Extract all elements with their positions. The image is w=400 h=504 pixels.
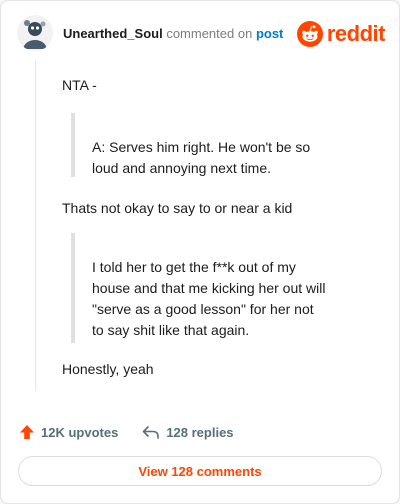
post-link[interactable]: post: [256, 26, 283, 41]
comment-paragraph: NTA -: [62, 77, 97, 93]
quote-text: I told her to get the f**k out of my hou…: [92, 259, 326, 338]
reddit-alien-icon: [296, 21, 323, 47]
upvote-count: 12K upvotes: [41, 424, 119, 440]
comment-card: Unearthed_Soul commented on post reddit …: [0, 0, 400, 504]
blockquote: A: Serves him right. He won't be so loud…: [71, 113, 327, 177]
reddit-logo[interactable]: reddit: [296, 19, 386, 49]
username[interactable]: Unearthed_Soul: [63, 26, 163, 41]
reddit-wordmark: reddit: [326, 21, 386, 46]
avatar-icon: [17, 15, 53, 51]
replies-button[interactable]: 128 replies: [142, 424, 234, 440]
upvote-arrow-icon: [20, 425, 34, 439]
byline: Unearthed_Soul commented on post: [63, 26, 283, 41]
comment-actions: 12K upvotes 128 replies: [19, 421, 258, 443]
view-comments-button[interactable]: View 128 comments: [18, 456, 382, 486]
comment-paragraph: Honestly, yeah: [62, 361, 154, 377]
replies-count: 128 replies: [166, 424, 234, 440]
avatar[interactable]: [17, 15, 53, 51]
blockquote: I told her to get the f**k out of my hou…: [71, 233, 327, 343]
quote-text: A: Serves him right. He won't be so loud…: [92, 139, 311, 176]
thread-line[interactable]: [35, 61, 36, 391]
reply-arrow-icon: [143, 426, 160, 439]
comment-paragraph: Thats not okay to say to or near a kid: [62, 200, 293, 216]
upvote-button[interactable]: 12K upvotes: [19, 424, 118, 440]
comment-header: Unearthed_Soul commented on post reddit: [17, 15, 386, 55]
commented-on-text: commented on: [166, 26, 253, 41]
